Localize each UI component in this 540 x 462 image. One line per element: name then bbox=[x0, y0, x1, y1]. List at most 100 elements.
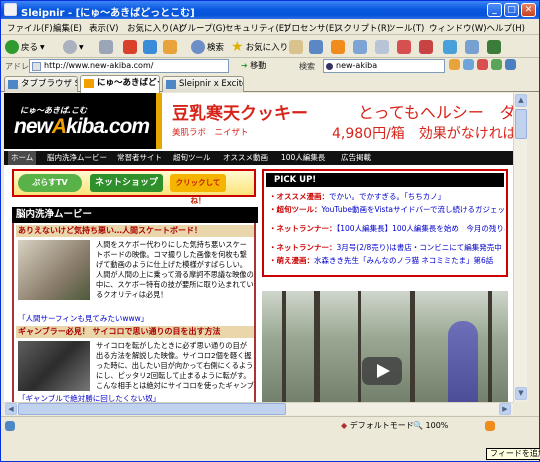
close-all-button[interactable] bbox=[419, 38, 433, 56]
title-bar[interactable]: Sleipnir - [にゅ～あきばどっとこむ] _ □ ✕ bbox=[1, 1, 539, 19]
menu-window[interactable]: ウィンドウ(W) bbox=[429, 22, 487, 34]
article-headline[interactable]: ギャンブラー必見！ サイコロで思い通りの目を出す方法 bbox=[16, 326, 254, 338]
refresh-button[interactable] bbox=[143, 38, 157, 56]
stop-icon bbox=[123, 40, 137, 54]
minimize-button[interactable]: _ bbox=[487, 3, 502, 17]
site-nav: ホーム 脳内洗浄ムービー 常習者サイト 超旬ツール オススメ動画 100人編集長… bbox=[4, 151, 513, 165]
video-figure bbox=[448, 321, 478, 402]
article-thumbnail[interactable] bbox=[18, 240, 90, 300]
nav-sites[interactable]: 常習者サイト bbox=[114, 151, 165, 165]
up-button[interactable] bbox=[99, 38, 113, 56]
go-arrow-icon: ➔ bbox=[241, 61, 248, 70]
article-headline[interactable]: ありえないけど気持ち悪い…人間スケートボード！ bbox=[16, 225, 254, 237]
tile-button[interactable] bbox=[465, 38, 479, 56]
menu-script[interactable]: スクリプト(R) bbox=[335, 22, 390, 34]
feed-button[interactable] bbox=[485, 419, 495, 433]
mark-icon[interactable] bbox=[491, 59, 502, 70]
go-button[interactable]: ➔ 移動 bbox=[241, 60, 266, 71]
search-engine-icon bbox=[326, 63, 333, 70]
close-all-icon bbox=[419, 40, 433, 54]
site-logo[interactable]: にゅ～あきば.こむ newAkiba.com bbox=[4, 93, 156, 149]
close-button[interactable]: ✕ bbox=[521, 3, 536, 17]
address-input[interactable]: http://www.new-akiba.com/ bbox=[29, 59, 229, 73]
play-icon[interactable] bbox=[362, 357, 402, 385]
window-title: Sleipnir - [にゅ～あきばどっとこむ] bbox=[21, 8, 195, 19]
chevron-down-icon: ▼ bbox=[79, 43, 84, 51]
mode-indicator[interactable]: ◆ デフォルトモード bbox=[341, 419, 414, 433]
nav-ads[interactable]: 広告掲載 bbox=[338, 151, 374, 165]
scroll-down-icon[interactable]: ▼ bbox=[515, 387, 527, 400]
sleipnir-app-icon[interactable] bbox=[4, 3, 17, 16]
nav-tools[interactable]: 超旬ツール bbox=[170, 151, 214, 165]
copy-button[interactable] bbox=[375, 38, 389, 56]
article-comment-link[interactable]: 「ギャンブルで絶対勝に回したくない奴」 bbox=[18, 393, 256, 402]
home-button[interactable] bbox=[163, 38, 177, 56]
close-tab-button[interactable] bbox=[397, 38, 411, 56]
tab-sleipnir[interactable]: タブブラウザ Sleip... bbox=[4, 76, 78, 92]
nav-videos[interactable]: オススメ動画 bbox=[220, 151, 271, 165]
article-comment-link[interactable]: 「人間サーフィンも見てみたいwww」 bbox=[18, 313, 256, 324]
menu-favorites[interactable]: お気に入り(A) bbox=[127, 22, 182, 34]
back-button[interactable]: 戻る ▼ bbox=[5, 38, 45, 56]
tab-new-akiba[interactable]: にゅ～あきばどっ... bbox=[80, 75, 160, 93]
image-button[interactable] bbox=[443, 38, 457, 56]
scroll-right-icon[interactable]: ▶ bbox=[499, 403, 511, 415]
nav-editors[interactable]: 100人編集長 bbox=[278, 151, 328, 165]
vertical-scrollbar[interactable]: ▲ ▼ bbox=[513, 93, 527, 402]
home-icon bbox=[163, 40, 177, 54]
menu-security[interactable]: セキュリティ(E) bbox=[225, 22, 288, 34]
menu-group[interactable]: グループ(G) bbox=[179, 22, 226, 34]
ad-subtitle: 美肌ラボ ニイザト bbox=[172, 128, 249, 138]
nav-movie[interactable]: 脳内洗浄ムービー bbox=[44, 151, 110, 165]
search-input[interactable]: new-akiba bbox=[323, 59, 445, 73]
ad-banner[interactable]: 豆乳寒天クッキー とってもヘルシー ダイ 美肌ラボ ニイザト 4,980円/箱 … bbox=[156, 93, 513, 149]
menu-tools[interactable]: ツール(T) bbox=[387, 22, 424, 34]
maximize-button[interactable]: □ bbox=[504, 3, 519, 17]
pickup-item[interactable]: ・ネットランナー：【100人編集長】100人編集長を始め 今月の残りネタ：あどみ… bbox=[269, 223, 505, 234]
horizontal-scrollbar[interactable]: ◀ ▶ bbox=[4, 402, 513, 415]
pickup-title: PICK UP! bbox=[266, 173, 504, 187]
pickup-item[interactable]: ・超旬ツール：YouTube動画をVistaサイドバーで流し続けるガジェット「R… bbox=[269, 204, 505, 215]
article-thumbnail[interactable] bbox=[18, 341, 90, 391]
address-bar: アドレス http://www.new-akiba.com/ ➔ 移動 検索 n… bbox=[1, 58, 539, 74]
rss-button[interactable] bbox=[331, 38, 345, 56]
pickup-item[interactable]: ・萌え漫画：水森きき先生「みんなのノラ猫 ネコミミたま」第6話 bbox=[269, 255, 505, 266]
favorites-button[interactable]: ★ お気に入り bbox=[231, 38, 288, 56]
shop-banner[interactable]: ぷらすTV ネットショップ クリックしてね！ bbox=[12, 169, 256, 205]
toolbar: 戻る ▼ ▼ 検索 ★ お気に入り bbox=[1, 36, 539, 58]
menu-edit[interactable]: 編集(E) bbox=[53, 22, 82, 34]
scroll-up-icon[interactable]: ▲ bbox=[515, 94, 527, 107]
find-prev-icon[interactable] bbox=[477, 59, 488, 70]
star-icon: ★ bbox=[231, 39, 244, 55]
find-next-icon[interactable] bbox=[463, 59, 474, 70]
menu-blocker[interactable]: ブロセンサ(E) bbox=[283, 22, 338, 34]
scroll-left-icon[interactable]: ◀ bbox=[5, 403, 17, 415]
pickup-item[interactable]: ・オススメ漫画：でかい。でかすぎる。「ちちカノ」 bbox=[269, 191, 505, 202]
pickup-item[interactable]: ・ネットランナー：3月号(2/8売り)は書店・コンビニにて編集発売中 bbox=[269, 242, 505, 253]
window-button[interactable] bbox=[353, 38, 367, 56]
scroll-thumb[interactable] bbox=[18, 403, 286, 415]
search-tools bbox=[449, 59, 535, 73]
stop-button[interactable] bbox=[123, 38, 137, 56]
highlight-icon[interactable] bbox=[449, 59, 460, 70]
menu-view[interactable]: 表示(V) bbox=[89, 22, 118, 34]
shop-click-button[interactable]: クリックしてね！ bbox=[170, 174, 226, 205]
menu-help[interactable]: ヘルプ(H) bbox=[486, 22, 525, 34]
nav-home[interactable]: ホーム bbox=[8, 151, 37, 165]
tile-icon bbox=[465, 40, 479, 54]
search-button[interactable]: 検索 bbox=[191, 38, 224, 56]
feed-tooltip: フィードを追加 bbox=[486, 448, 540, 460]
zoom-indicator[interactable]: 🔍 100% bbox=[413, 419, 448, 433]
video-player[interactable] bbox=[262, 291, 508, 402]
scroll-thumb[interactable] bbox=[515, 109, 527, 139]
chevron-down-icon: ▼ bbox=[40, 43, 45, 51]
settings-button[interactable] bbox=[487, 38, 501, 56]
group-button[interactable] bbox=[309, 38, 323, 56]
history-button[interactable] bbox=[289, 38, 303, 56]
menu-file[interactable]: ファイル(F) bbox=[7, 22, 53, 34]
video-tree bbox=[282, 291, 286, 402]
forward-button[interactable]: ▼ bbox=[63, 38, 84, 56]
clear-icon[interactable] bbox=[505, 59, 516, 70]
tab-favicon bbox=[84, 79, 94, 88]
tab-excite[interactable]: Sleipnir x Excite bbox=[162, 76, 244, 92]
